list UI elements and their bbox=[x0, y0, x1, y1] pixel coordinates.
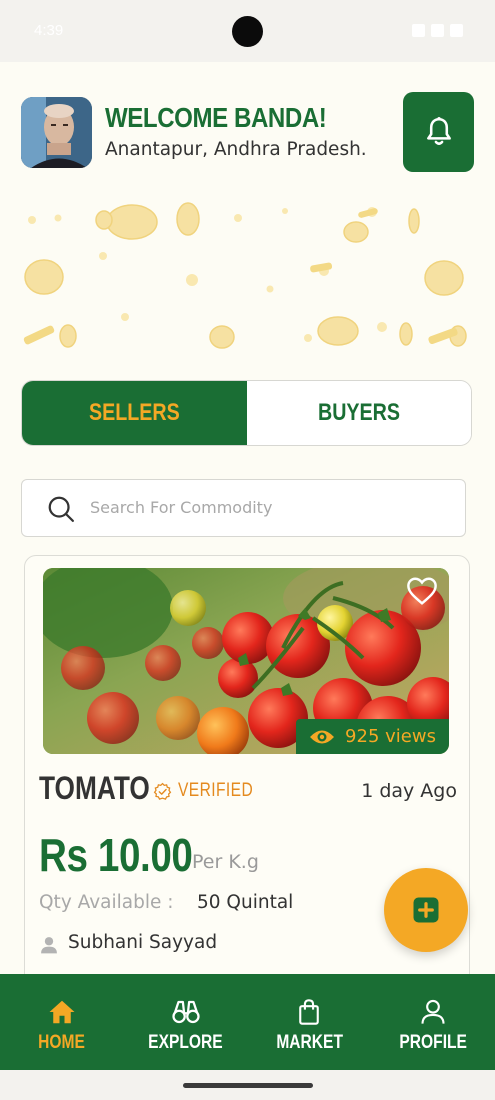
verified-label: VERIFIED bbox=[178, 780, 254, 801]
search-bar bbox=[21, 479, 466, 537]
nav-profile[interactable]: PROFILE bbox=[371, 974, 495, 1070]
binoculars-icon bbox=[172, 1000, 200, 1024]
verified-badge: VERIFIED bbox=[153, 780, 270, 802]
nav-explore-label: EXPLORE bbox=[148, 1032, 223, 1053]
status-bar: 4:39 bbox=[0, 0, 495, 62]
nav-home-label: HOME bbox=[38, 1032, 86, 1053]
shopping-bag-icon bbox=[299, 999, 320, 1025]
nav-profile-label: PROFILE bbox=[399, 1032, 467, 1053]
wifi-icon bbox=[412, 24, 425, 37]
nav-market-label: MARKET bbox=[276, 1032, 343, 1053]
verified-check-icon bbox=[153, 782, 172, 800]
views-badge: 925 views bbox=[296, 719, 449, 754]
gesture-area bbox=[0, 1070, 495, 1100]
tab-buyers[interactable]: BUYERS bbox=[246, 381, 471, 445]
plus-icon bbox=[413, 897, 439, 923]
home-icon bbox=[49, 1000, 75, 1024]
quantity-label: Qty Available : bbox=[39, 892, 174, 913]
posted-time: 1 day Ago bbox=[361, 780, 457, 802]
eye-icon bbox=[310, 730, 335, 743]
coins-banner bbox=[20, 200, 475, 350]
nav-explore[interactable]: EXPLORE bbox=[124, 974, 248, 1070]
avatar[interactable] bbox=[21, 97, 92, 168]
price: Rs 10.00 bbox=[39, 829, 193, 881]
search-icon bbox=[48, 496, 74, 522]
status-time: 4:39 bbox=[34, 22, 64, 39]
seller-name: Subhani Sayyad bbox=[68, 932, 218, 953]
tab-sellers-label: SELLERS bbox=[88, 399, 180, 426]
search-input[interactable] bbox=[90, 480, 450, 535]
quantity-value: 50 Quintal bbox=[197, 892, 294, 913]
avatar-portrait bbox=[21, 97, 92, 168]
nav-market[interactable]: MARKET bbox=[248, 974, 372, 1070]
notifications-button[interactable] bbox=[403, 92, 474, 172]
product-image: 925 views bbox=[43, 568, 449, 754]
user-location: Anantapur, Andhra Pradesh. bbox=[105, 139, 367, 160]
favorite-heart-icon[interactable] bbox=[405, 576, 439, 606]
home-gesture-bar[interactable] bbox=[183, 1083, 313, 1088]
camera-cutout bbox=[232, 16, 263, 47]
views-count: 925 views bbox=[345, 726, 436, 747]
signal-icon bbox=[431, 24, 444, 37]
battery-icon bbox=[450, 24, 463, 37]
add-listing-button[interactable] bbox=[384, 868, 468, 952]
person-icon bbox=[41, 937, 57, 954]
tab-sellers[interactable]: SELLERS bbox=[22, 381, 247, 445]
profile-icon bbox=[421, 999, 445, 1024]
header: WELCOME BANDA! Anantapur, Andhra Pradesh… bbox=[21, 92, 474, 172]
price-unit: Per K.g bbox=[192, 851, 259, 873]
nav-home[interactable]: HOME bbox=[0, 974, 124, 1070]
bottom-nav: HOME EXPLORE MARKET PROFILE bbox=[0, 974, 495, 1070]
status-icons bbox=[412, 24, 463, 37]
welcome-title: WELCOME BANDA! bbox=[105, 102, 327, 133]
bell-icon bbox=[426, 117, 451, 145]
role-toggle: SELLERS BUYERS bbox=[21, 380, 472, 446]
tab-buyers-label: BUYERS bbox=[317, 399, 400, 426]
falling-coins-illustration bbox=[23, 202, 467, 349]
product-name: TOMATO bbox=[39, 770, 150, 806]
